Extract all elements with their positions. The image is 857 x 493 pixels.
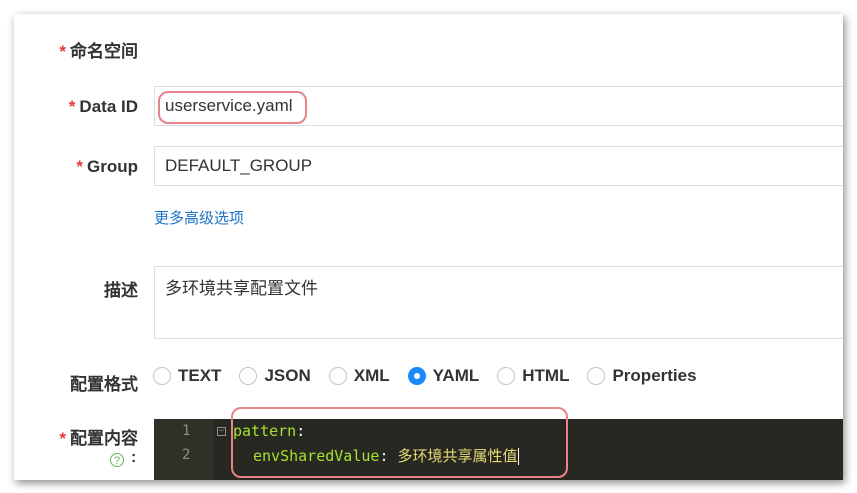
namespace-label: * 命名空间 xyxy=(59,42,138,61)
format-radio-group: TEXT JSON XML YAML HTML Properties xyxy=(153,366,715,386)
code-line-2: envSharedValue: 多环境共享属性值 xyxy=(253,447,519,465)
group-label: * Group xyxy=(76,157,138,176)
radio-circle-icon xyxy=(153,367,171,385)
content-label: * 配置内容 xyxy=(59,429,138,448)
radio-circle-icon xyxy=(587,367,606,385)
format-radio-yaml[interactable]: YAML xyxy=(407,366,479,386)
group-value: DEFAULT_GROUP xyxy=(165,156,313,175)
code-editor[interactable]: 1 2 − pattern: envSharedValue: 多环境共享属性值 xyxy=(154,419,843,480)
radio-circle-icon xyxy=(497,367,516,385)
question-circle-icon[interactable]: ? xyxy=(110,453,124,467)
radio-checked-icon xyxy=(407,367,426,385)
format-radio-xml[interactable]: XML xyxy=(328,366,390,386)
format-radio-html[interactable]: HTML xyxy=(497,366,569,386)
description-value: 多环境共享配置文件 xyxy=(165,279,318,298)
data-id-label: * Data ID xyxy=(68,97,138,116)
format-radio-properties[interactable]: Properties xyxy=(587,366,697,386)
description-label: 描述 xyxy=(104,281,138,300)
data-id-value: userservice.yaml xyxy=(165,96,293,115)
format-label: 配置格式 xyxy=(70,375,138,394)
advanced-options-link[interactable]: 更多高级选项 xyxy=(154,207,244,228)
format-radio-text[interactable]: TEXT xyxy=(153,366,221,386)
radio-circle-icon xyxy=(328,367,347,385)
text-cursor xyxy=(517,448,519,465)
radio-circle-icon xyxy=(239,367,258,385)
config-form-card: * 命名空间 * Data ID userservice.yaml * Group D… xyxy=(14,14,843,480)
description-textarea[interactable]: 多环境共享配置文件 xyxy=(154,266,843,339)
editor-gutter: 1 2 xyxy=(154,419,214,480)
fold-minus-icon[interactable]: − xyxy=(217,427,226,436)
group-input[interactable]: DEFAULT_GROUP xyxy=(154,146,843,186)
content-colon: : xyxy=(131,449,137,466)
line-number: 2 xyxy=(182,447,191,463)
line-number: 1 xyxy=(182,423,191,439)
data-id-input[interactable]: userservice.yaml xyxy=(154,86,843,126)
format-radio-json[interactable]: JSON xyxy=(239,366,311,386)
code-line-1: pattern: xyxy=(233,422,306,440)
